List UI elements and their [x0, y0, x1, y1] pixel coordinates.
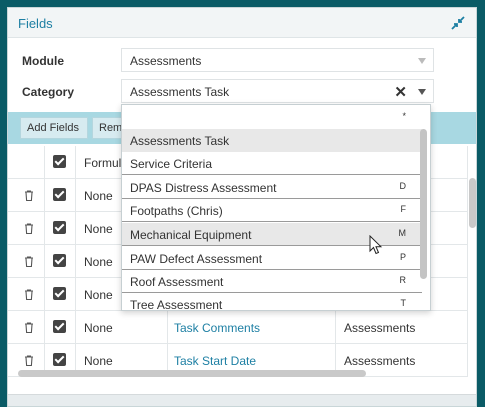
- table-row[interactable]: None Task Comments Assessments: [8, 311, 468, 344]
- item-code: P: [399, 252, 406, 262]
- grid-vertical-scrollbar[interactable]: [469, 178, 476, 228]
- formula-cell: None: [84, 354, 113, 368]
- dropdown-item-service-criteria[interactable]: Service Criteria: [122, 152, 422, 175]
- field-name-link[interactable]: Task Start Date: [174, 354, 256, 368]
- item-label: Tree Assessment: [130, 298, 223, 311]
- dropdown-item-tree-assessment[interactable]: Tree Assessment T: [122, 293, 422, 311]
- formula-cell: None: [84, 255, 113, 269]
- add-fields-button[interactable]: Add Fields: [20, 117, 88, 139]
- dropdown-item-dpas-distress[interactable]: DPAS Distress Assessment D: [122, 176, 422, 199]
- select-all-checkbox[interactable]: [53, 155, 66, 168]
- window-footer: [8, 394, 476, 406]
- module-label: Module: [22, 54, 64, 68]
- field-name-link[interactable]: Task Comments: [174, 321, 260, 335]
- title-bar: Fields: [8, 8, 476, 38]
- dropdown-item-blank[interactable]: *: [122, 106, 422, 129]
- category-label: Category: [22, 85, 75, 99]
- formula-cell: None: [84, 288, 113, 302]
- row-checkbox[interactable]: [53, 254, 66, 267]
- row-checkbox[interactable]: [53, 287, 66, 300]
- dropdown-item-assessments-task[interactable]: Assessments Task: [122, 129, 422, 152]
- chevron-down-icon[interactable]: [418, 89, 426, 95]
- item-label: Roof Assessment: [130, 275, 224, 289]
- module-select[interactable]: Assessments: [121, 48, 434, 72]
- chevron-down-icon: [418, 58, 426, 64]
- collapse-icon[interactable]: [450, 15, 466, 31]
- dropdown-item-roof-assessment[interactable]: Roof Assessment R: [122, 270, 422, 293]
- grid-horizontal-scrollbar[interactable]: [18, 370, 366, 377]
- item-code: D: [399, 181, 407, 191]
- item-label: Assessments Task: [130, 134, 230, 148]
- category-row: Category Assessments Task ✕: [8, 79, 476, 105]
- item-code: F: [400, 204, 407, 214]
- item-code: R: [399, 275, 407, 285]
- item-label: DPAS Distress Assessment: [130, 181, 277, 195]
- item-code: T: [400, 298, 407, 308]
- category-value: Assessments Task: [130, 85, 230, 99]
- item-label: Service Criteria: [130, 157, 213, 171]
- item-code: *: [402, 111, 406, 121]
- formula-cell: None: [84, 222, 113, 236]
- dropdown-item-footpaths[interactable]: Footpaths (Chris) F: [122, 199, 422, 222]
- formula-cell: None: [84, 189, 113, 203]
- item-label: Footpaths (Chris): [130, 204, 223, 218]
- mouse-cursor-icon: [369, 235, 383, 255]
- formula-cell: None: [84, 321, 113, 335]
- row-checkbox[interactable]: [53, 221, 66, 234]
- window-title: Fields: [18, 16, 53, 31]
- formula-header: Formul: [84, 156, 122, 170]
- item-label: PAW Defect Assessment: [130, 252, 263, 266]
- dropdown-scrollbar[interactable]: [420, 129, 427, 279]
- module-cell: Assessments: [344, 354, 416, 368]
- row-checkbox[interactable]: [53, 320, 66, 333]
- clear-icon[interactable]: ✕: [394, 83, 407, 101]
- category-select[interactable]: Assessments Task ✕: [121, 79, 434, 103]
- category-dropdown-list: * Assessments Task Service Criteria DPAS…: [121, 104, 431, 311]
- row-checkbox[interactable]: [53, 188, 66, 201]
- module-row: Module Assessments: [8, 48, 476, 74]
- module-cell: Assessments: [344, 321, 416, 335]
- row-checkbox[interactable]: [53, 353, 66, 366]
- item-code: M: [398, 228, 407, 238]
- module-value: Assessments: [130, 54, 202, 68]
- item-label: Mechanical Equipment: [130, 228, 252, 242]
- remove-button[interactable]: Rem: [92, 117, 122, 139]
